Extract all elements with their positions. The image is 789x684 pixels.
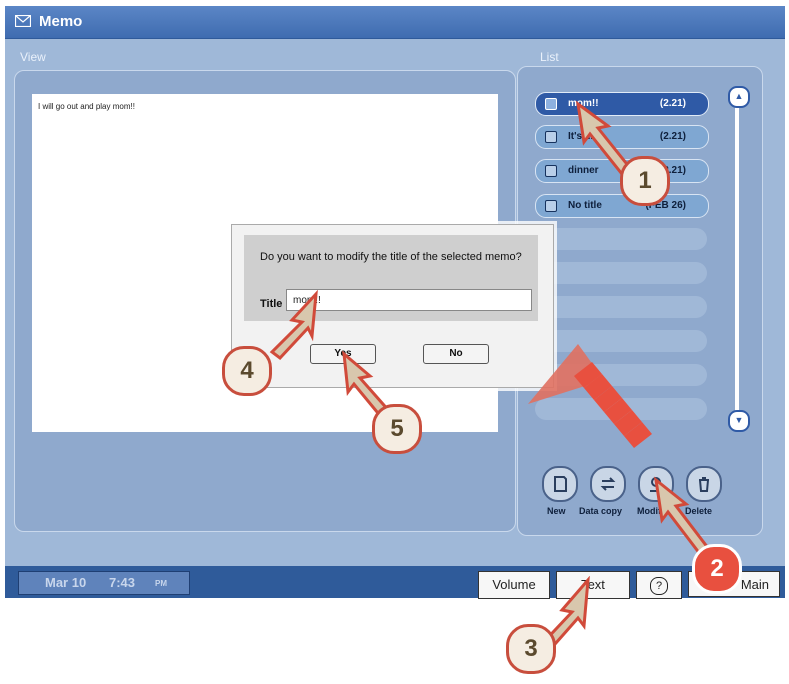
step-5-marker: 5 (372, 404, 422, 454)
data-copy-label: Data copy (579, 506, 623, 516)
date-text: Mar 10 (45, 575, 87, 590)
window-title: Memo (39, 13, 83, 30)
dialog-question: Do you want to modify the title of the s… (260, 251, 522, 263)
view-label: View (20, 50, 46, 64)
memo-icon (545, 98, 557, 110)
empty-list-row (535, 296, 707, 318)
step-3-marker: 3 (506, 624, 556, 674)
scroll-down-icon[interactable]: ▼ (728, 410, 750, 432)
memo-content: I will go out and play mom!! (38, 102, 135, 111)
edit-memo-icon (545, 165, 557, 177)
scrollbar-track[interactable] (735, 104, 739, 416)
ampm-text: PM (155, 579, 167, 588)
empty-list-row (535, 262, 707, 284)
list-item-date: (2.21) (659, 98, 686, 109)
step-1-marker: 1 (620, 156, 670, 206)
help-button[interactable]: ? (636, 571, 682, 599)
list-item-name: No title (568, 200, 602, 211)
help-icon: ? (650, 577, 668, 595)
step-2-marker: 2 (692, 544, 742, 594)
no-button[interactable]: No (423, 344, 489, 364)
new-label: New (547, 506, 566, 516)
empty-list-row (535, 228, 707, 250)
direction-arrow-icon (528, 344, 652, 448)
title-input[interactable] (286, 289, 532, 311)
title-bar: Memo (5, 6, 785, 39)
list-label: List (540, 50, 559, 64)
scroll-up-icon[interactable]: ▲ (728, 86, 750, 108)
date-time-display: Mar 10 7:43 PM (18, 571, 190, 595)
memo-icon (545, 200, 557, 212)
list-item-no-title[interactable]: No title (FEB 26) (535, 194, 709, 218)
step-4-marker: 4 (222, 346, 272, 396)
list-item-date: (2.21) (659, 131, 686, 142)
pointer-4-icon (269, 290, 318, 360)
memo-icon (545, 131, 557, 143)
envelope-icon (15, 15, 31, 27)
time-text: 7:43 (109, 575, 136, 590)
